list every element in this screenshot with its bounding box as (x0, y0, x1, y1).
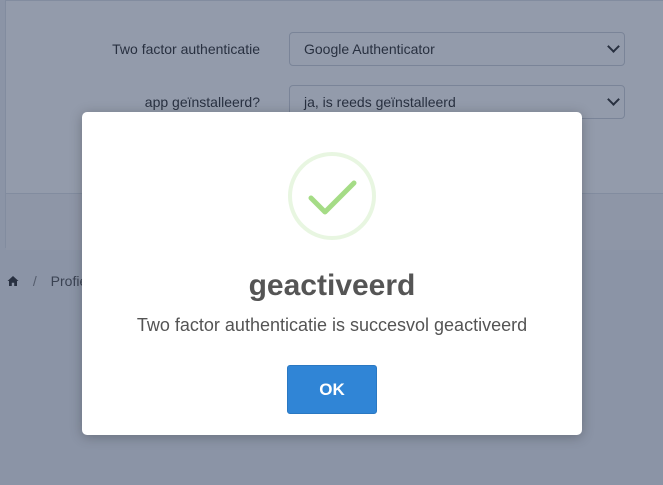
dialog-message: Two factor authenticatie is succesvol ge… (136, 315, 528, 335)
dialog-title: geactiveerd (248, 269, 416, 302)
ok-button[interactable]: OK (287, 365, 377, 414)
checkmark-success-icon (288, 152, 376, 240)
success-dialog: geactiveerd Two factor authenticatie is … (82, 112, 582, 435)
